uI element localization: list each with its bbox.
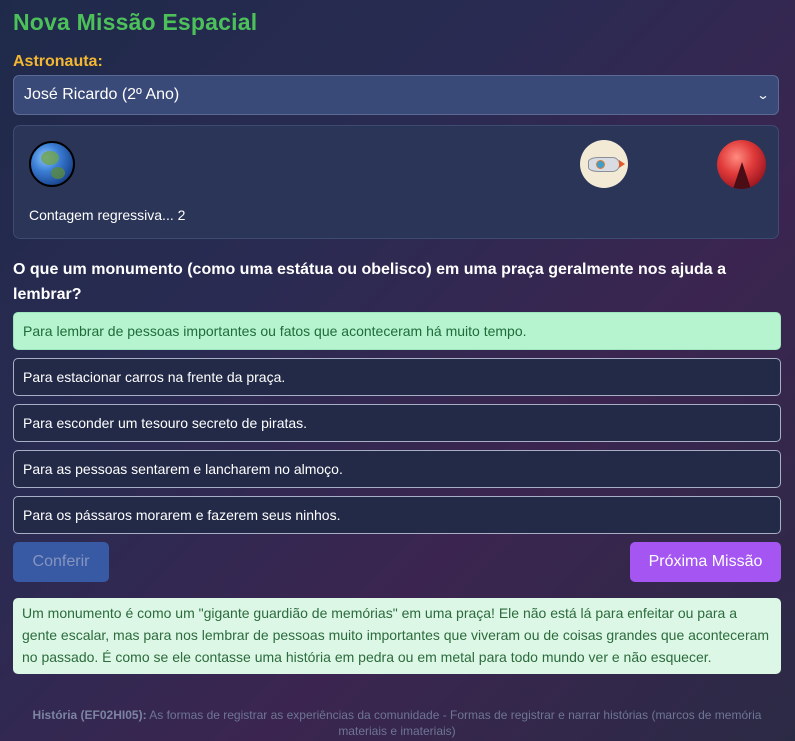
question-text: O que um monumento (como uma estátua ou … xyxy=(13,261,727,303)
page-title: Nova Missão Espacial xyxy=(13,9,258,35)
answer-option-4[interactable]: Para as pessoas sentarem e lancharem no … xyxy=(13,450,781,488)
answer-option-2[interactable]: Para estacionar carros na frente da praç… xyxy=(13,358,781,396)
red-planet-icon xyxy=(717,140,766,189)
curriculum-description: As formas de registrar as experiências d… xyxy=(146,708,762,738)
answer-option-3[interactable]: Para esconder um tesouro secreto de pira… xyxy=(13,404,781,442)
earth-icon xyxy=(29,141,75,187)
astronaut-select-value: José Ricardo (2º Ano) xyxy=(24,86,180,103)
curriculum-code: História (EF02HI05): xyxy=(32,708,147,722)
astronaut-select[interactable]: José Ricardo (2º Ano) ⌄ xyxy=(13,75,779,115)
check-button[interactable]: Conferir xyxy=(13,542,109,582)
answer-option-1[interactable]: Para lembrar de pessoas importantes ou f… xyxy=(13,312,781,350)
rocket-icon xyxy=(580,140,628,188)
chevron-down-icon: ⌄ xyxy=(756,88,770,102)
next-mission-button[interactable]: Próxima Missão xyxy=(630,542,781,582)
countdown-text: Contagem regressiva... 2 xyxy=(29,207,186,223)
astronaut-label: Astronauta: xyxy=(13,53,103,70)
curriculum-footer: História (EF02HI05): As formas de regist… xyxy=(13,707,781,739)
mission-track: Contagem regressiva... 2 xyxy=(13,125,779,239)
answer-option-5[interactable]: Para os pássaros morarem e fazerem seus … xyxy=(13,496,781,534)
feedback-box: Um monumento é como um "gigante guardião… xyxy=(13,598,781,674)
